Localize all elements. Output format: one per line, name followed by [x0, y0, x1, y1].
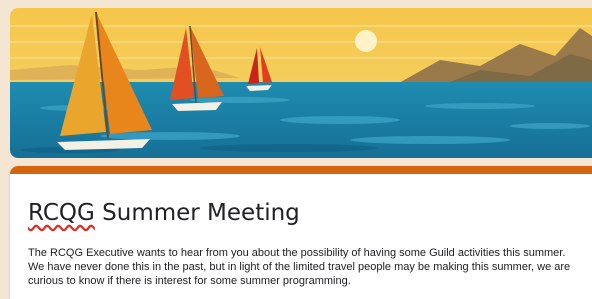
sailboats-illustration	[10, 8, 592, 158]
header-banner-image	[10, 8, 592, 158]
form-header-card: RCQG Summer Meeting The RCQG Executive w…	[10, 166, 592, 299]
sun	[355, 30, 377, 52]
form-description: The RCQG Executive wants to hear from yo…	[28, 247, 571, 287]
form-title-rest: Summer Meeting	[94, 200, 300, 226]
form-title: RCQG Summer Meeting	[28, 200, 300, 226]
form-title-acronym: RCQG	[28, 200, 95, 226]
